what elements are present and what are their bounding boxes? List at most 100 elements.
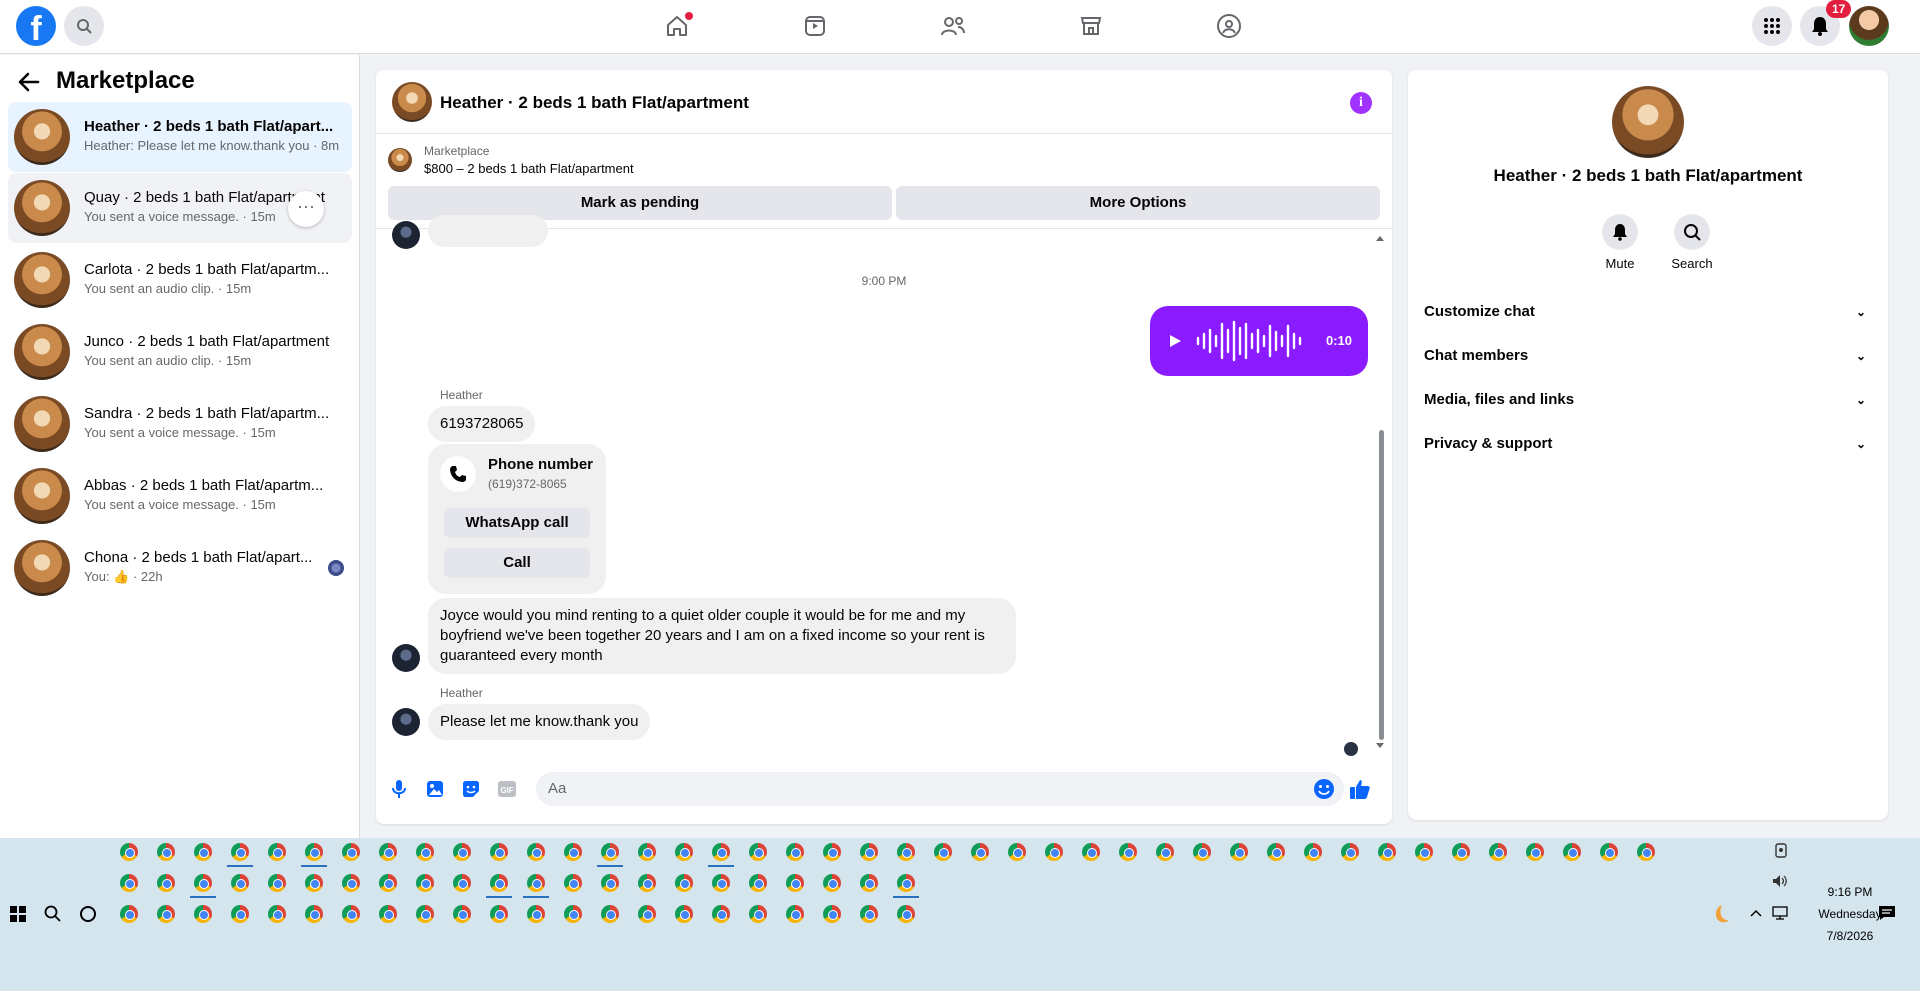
- scroll-up-icon[interactable]: [1375, 234, 1385, 242]
- browser-app-icon[interactable]: [934, 843, 952, 861]
- browser-app-icon[interactable]: [1230, 843, 1248, 861]
- browser-app-icon[interactable]: [860, 874, 878, 892]
- browser-app-icon[interactable]: [638, 905, 656, 923]
- back-button[interactable]: [16, 69, 42, 100]
- media-files-links-row[interactable]: Media, files and links ⌄: [1424, 382, 1872, 418]
- browser-app-icon[interactable]: [749, 905, 767, 923]
- browser-app-icon[interactable]: [231, 874, 249, 892]
- browser-app-icon[interactable]: [342, 905, 360, 923]
- browser-app-icon[interactable]: [120, 843, 138, 861]
- browser-app-icon[interactable]: [564, 874, 582, 892]
- whatsapp-call-button[interactable]: WhatsApp call: [444, 508, 590, 538]
- browser-app-icon[interactable]: [231, 843, 249, 861]
- taskbar-search-button[interactable]: [44, 905, 62, 928]
- browser-app-icon[interactable]: [305, 843, 323, 861]
- browser-app-icon[interactable]: [268, 905, 286, 923]
- browser-app-icon[interactable]: [1304, 843, 1322, 861]
- chat-avatar[interactable]: [392, 82, 432, 122]
- browser-app-icon[interactable]: [786, 874, 804, 892]
- conversation-item[interactable]: Carlota · 2 beds 1 bath Flat/apartm... Y…: [8, 245, 352, 315]
- browser-app-icon[interactable]: [823, 905, 841, 923]
- conversation-item[interactable]: Junco · 2 beds 1 bath Flat/apartment You…: [8, 317, 352, 387]
- browser-app-icon[interactable]: [268, 874, 286, 892]
- browser-app-icon[interactable]: [1119, 843, 1137, 861]
- info-icon[interactable]: i: [1350, 92, 1372, 114]
- video-nav-button[interactable]: [801, 12, 829, 40]
- browser-app-icon[interactable]: [638, 874, 656, 892]
- conversation-item[interactable]: Quay · 2 beds 1 bath Flat/apartment You …: [8, 173, 352, 243]
- browser-app-icon[interactable]: [379, 843, 397, 861]
- conversation-item[interactable]: Sandra · 2 beds 1 bath Flat/apartm... Yo…: [8, 389, 352, 459]
- browser-app-icon[interactable]: [860, 905, 878, 923]
- browser-app-icon[interactable]: [268, 843, 286, 861]
- send-like-button[interactable]: [1347, 776, 1373, 802]
- chat-members-row[interactable]: Chat members ⌄: [1424, 338, 1872, 374]
- browser-app-icon[interactable]: [379, 905, 397, 923]
- browser-app-icon[interactable]: [305, 874, 323, 892]
- browser-app-icon[interactable]: [601, 874, 619, 892]
- browser-app-icon[interactable]: [527, 843, 545, 861]
- browser-app-icon[interactable]: [971, 843, 989, 861]
- gif-button[interactable]: GIF: [494, 776, 520, 802]
- browser-app-icon[interactable]: [453, 905, 471, 923]
- notification-center-icon[interactable]: [1878, 905, 1896, 921]
- browser-app-icon[interactable]: [1008, 843, 1026, 861]
- browser-app-icon[interactable]: [1489, 843, 1507, 861]
- browser-app-icon[interactable]: [305, 905, 323, 923]
- browser-app-icon[interactable]: [675, 905, 693, 923]
- browser-app-icon[interactable]: [1526, 843, 1544, 861]
- marketplace-nav-button[interactable]: [1077, 12, 1105, 40]
- more-options-button[interactable]: ···: [288, 191, 324, 227]
- browser-app-icon[interactable]: [897, 874, 915, 892]
- browser-app-icon[interactable]: [712, 874, 730, 892]
- browser-app-icon[interactable]: [120, 905, 138, 923]
- browser-app-icon[interactable]: [416, 874, 434, 892]
- scrollbar-thumb[interactable]: [1379, 430, 1384, 740]
- customize-chat-row[interactable]: Customize chat ⌄: [1424, 294, 1872, 330]
- browser-app-icon[interactable]: [564, 843, 582, 861]
- browser-app-icon[interactable]: [1156, 843, 1174, 861]
- browser-app-icon[interactable]: [1637, 843, 1655, 861]
- browser-app-icon[interactable]: [194, 843, 212, 861]
- more-options-button[interactable]: More Options: [896, 186, 1380, 220]
- browser-app-icon[interactable]: [564, 905, 582, 923]
- night-light-icon[interactable]: [1708, 903, 1730, 925]
- browser-app-icon[interactable]: [342, 874, 360, 892]
- start-button[interactable]: [10, 906, 26, 927]
- browser-app-icon[interactable]: [416, 843, 434, 861]
- browser-app-icon[interactable]: [194, 874, 212, 892]
- browser-app-icon[interactable]: [342, 843, 360, 861]
- browser-app-icon[interactable]: [638, 843, 656, 861]
- chat-title[interactable]: Heather · 2 beds 1 bath Flat/apartment: [440, 93, 749, 113]
- browser-app-icon[interactable]: [490, 905, 508, 923]
- browser-app-icon[interactable]: [1082, 843, 1100, 861]
- menu-button[interactable]: [1752, 6, 1792, 46]
- browser-app-icon[interactable]: [601, 843, 619, 861]
- message-bubble[interactable]: 6193728065: [428, 406, 536, 442]
- account-avatar[interactable]: [1849, 6, 1889, 46]
- browser-app-icon[interactable]: [527, 874, 545, 892]
- voice-message-bubble[interactable]: 0:10: [1150, 306, 1368, 376]
- browser-app-icon[interactable]: [1045, 843, 1063, 861]
- message-input[interactable]: Aa: [536, 772, 1344, 806]
- browser-app-icon[interactable]: [120, 874, 138, 892]
- search-button[interactable]: [64, 6, 104, 46]
- browser-app-icon[interactable]: [157, 843, 175, 861]
- browser-app-icon[interactable]: [490, 843, 508, 861]
- browser-app-icon[interactable]: [527, 905, 545, 923]
- network-icon[interactable]: [1772, 905, 1790, 921]
- groups-nav-button[interactable]: [1215, 12, 1243, 40]
- browser-app-icon[interactable]: [712, 905, 730, 923]
- browser-app-icon[interactable]: [157, 905, 175, 923]
- browser-app-icon[interactable]: [749, 843, 767, 861]
- conversation-item[interactable]: Heather · 2 beds 1 bath Flat/apart... He…: [8, 102, 352, 172]
- listing-price-title[interactable]: $800 – 2 beds 1 bath Flat/apartment: [424, 161, 634, 176]
- browser-app-icon[interactable]: [712, 843, 730, 861]
- privacy-support-row[interactable]: Privacy & support ⌄: [1424, 426, 1872, 462]
- browser-app-icon[interactable]: [157, 874, 175, 892]
- mute-action[interactable]: Mute: [1590, 214, 1650, 271]
- browser-app-icon[interactable]: [1452, 843, 1470, 861]
- browser-app-icon[interactable]: [897, 843, 915, 861]
- contact-avatar[interactable]: [1612, 86, 1684, 158]
- browser-app-icon[interactable]: [1600, 843, 1618, 861]
